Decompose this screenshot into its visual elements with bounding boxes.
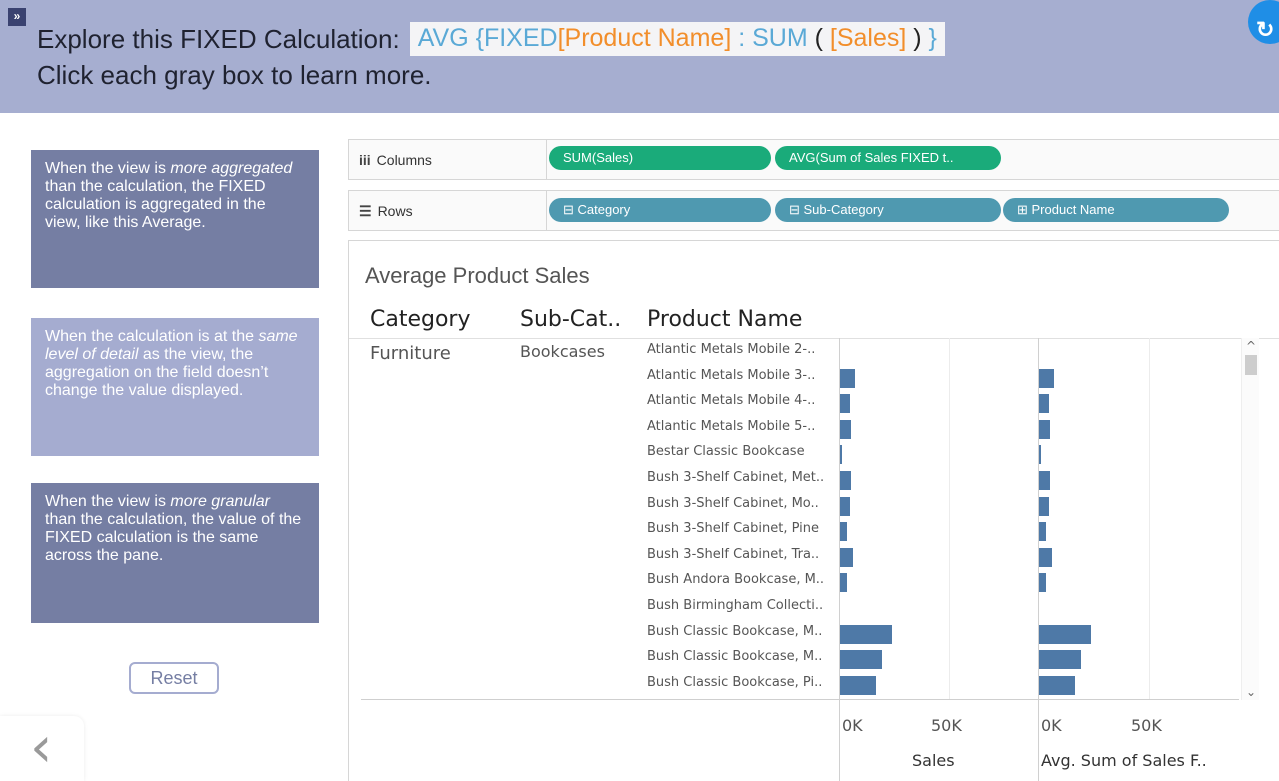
chevron-left-icon: ‹ [30, 715, 53, 780]
tick-label: 0K [842, 716, 863, 735]
rows-label: Rows [377, 203, 413, 219]
avg-fixed-bar[interactable] [1039, 547, 1053, 567]
sales-bar[interactable] [840, 624, 892, 644]
pill-category[interactable]: ⊟ Category [549, 198, 771, 222]
avg-fixed-bar[interactable] [1039, 650, 1081, 670]
scroll-thumb[interactable] [1245, 355, 1257, 375]
columns-shelf[interactable]: iii Columns SUM(Sales) AVG(Sum of Sales F… [348, 139, 1279, 180]
gridline [1149, 338, 1150, 699]
axis-baseline [361, 699, 1239, 700]
info-text: than the calculation, the value of the F… [45, 511, 302, 564]
product-label[interactable]: Bush Classic Bookcase, M.. [647, 649, 837, 664]
formula-box: AVG {FIXED [Product Name] : SUM ( [Sales… [409, 22, 945, 56]
scroll-up-icon[interactable]: ^ [1242, 338, 1260, 354]
title-prefix: Explore this FIXED Calculation: [37, 23, 400, 54]
refresh-icon[interactable]: ↻ [1248, 0, 1279, 44]
avg-fixed-bar[interactable] [1039, 394, 1049, 414]
formula-paren: ( [814, 24, 830, 52]
scrollbar[interactable]: ^ ⌄ [1241, 338, 1259, 700]
columns-shelf-label: iii Columns [349, 140, 547, 179]
info-emphasis: more granular [170, 493, 270, 510]
sales-bar[interactable] [840, 522, 847, 542]
viz-title: Average Product Sales [365, 263, 590, 288]
avg-fixed-bar[interactable] [1039, 496, 1049, 516]
divider [349, 338, 1279, 339]
product-label[interactable]: Bush 3-Shelf Cabinet, Mo.. [647, 496, 837, 511]
rows-shelf-label: ☰ Rows [349, 191, 547, 230]
info-box-more-granular[interactable]: When the view is more granular than the … [31, 483, 319, 623]
header-product-name[interactable]: Product Name [647, 307, 802, 332]
product-label[interactable]: Bush Classic Bookcase, M.. [647, 624, 837, 639]
header-category[interactable]: Category [370, 307, 471, 332]
columns-icon: iii [359, 152, 371, 168]
info-text: When the view is [45, 160, 171, 177]
info-text: than the calculation, the FIXED calculat… [45, 178, 266, 231]
sales-bar[interactable] [840, 471, 851, 490]
pill-avg-fixed[interactable]: AVG(Sum of Sales FIXED t.. [775, 146, 1001, 170]
scroll-down-icon[interactable]: ⌄ [1242, 684, 1260, 700]
axis-title-avg: Avg. Sum of Sales F.. [1041, 751, 1207, 770]
info-emphasis: more aggregated [170, 160, 293, 177]
formula-part: : SUM [731, 24, 815, 52]
sales-bar[interactable] [840, 675, 877, 695]
avg-fixed-bar[interactable] [1039, 675, 1076, 695]
pill-product-name[interactable]: ⊞ Product Name [1003, 198, 1229, 222]
subcategory-value[interactable]: Bookcases [520, 342, 605, 361]
avg-fixed-bar[interactable] [1039, 624, 1091, 644]
sales-bar[interactable] [840, 650, 882, 670]
avg-fixed-bar[interactable] [1039, 522, 1046, 542]
product-label[interactable]: Atlantic Metals Mobile 4-.. [647, 393, 837, 408]
product-label[interactable]: Bestar Classic Bookcase [647, 444, 837, 459]
product-label[interactable]: Atlantic Metals Mobile 3-.. [647, 368, 837, 383]
sales-bar[interactable] [840, 547, 854, 567]
product-label[interactable]: Bush 3-Shelf Cabinet, Pine [647, 521, 837, 536]
avg-fixed-bar[interactable] [1039, 573, 1046, 593]
sales-bar[interactable] [840, 368, 856, 388]
expand-button[interactable]: » [8, 8, 26, 26]
product-label[interactable]: Atlantic Metals Mobile 5-.. [647, 419, 837, 434]
viz-area: Average Product Sales Category Sub-Cat..… [348, 240, 1279, 781]
sales-bar[interactable] [840, 445, 843, 465]
pill-sub-category[interactable]: ⊟ Sub-Category [775, 198, 1001, 222]
tick-label: 50K [1131, 716, 1162, 735]
formula-paren: ) [906, 24, 929, 52]
rows-icon: ☰ [359, 203, 372, 219]
product-label[interactable]: Bush Andora Bookcase, M.. [647, 572, 837, 587]
pill-sum-sales[interactable]: SUM(Sales) [549, 146, 771, 170]
tick-label: 50K [931, 716, 962, 735]
header-banner: » Explore this FIXED Calculation: AVG {F… [0, 0, 1279, 113]
page-subtitle: Click each gray box to learn more. [37, 60, 432, 90]
formula-part: } [928, 24, 937, 52]
sales-bar[interactable] [840, 419, 851, 439]
info-text: When the view is [45, 493, 171, 510]
formula-field-product: [Product Name] [557, 24, 732, 52]
avg-fixed-bar[interactable] [1039, 471, 1050, 490]
prev-button[interactable]: ‹ [0, 716, 84, 781]
formula-part: AVG {FIXED [417, 24, 558, 52]
category-value[interactable]: Furniture [370, 343, 451, 364]
axis-title-sales: Sales [912, 751, 955, 770]
reset-button[interactable]: Reset [129, 662, 219, 694]
product-label[interactable]: Bush Birmingham Collecti.. [647, 598, 837, 613]
rows-shelf[interactable]: ☰ Rows ⊟ Category ⊟ Sub-Category ⊞ Produc… [348, 190, 1279, 231]
product-label[interactable]: Bush Classic Bookcase, Pi.. [647, 675, 837, 690]
header-subcategory[interactable]: Sub-Cat.. [520, 307, 621, 332]
sales-bar[interactable] [840, 573, 847, 593]
formula-field-sales: [Sales] [829, 24, 907, 52]
tick-label: 0K [1041, 716, 1062, 735]
product-label[interactable]: Bush 3-Shelf Cabinet, Tra.. [647, 547, 837, 562]
info-text: When the calculation is at the [45, 328, 259, 345]
sales-bar[interactable] [840, 496, 850, 516]
sales-bar[interactable] [840, 394, 850, 414]
product-label[interactable]: Atlantic Metals Mobile 2-.. [647, 342, 837, 357]
info-box-more-aggregated[interactable]: When the view is more aggregated than th… [31, 150, 319, 288]
columns-label: Columns [376, 152, 432, 168]
avg-fixed-bar[interactable] [1039, 419, 1050, 439]
avg-fixed-bar[interactable] [1039, 445, 1042, 465]
info-box-same-level[interactable]: When the calculation is at the same leve… [31, 318, 319, 456]
product-label[interactable]: Bush 3-Shelf Cabinet, Met.. [647, 470, 837, 485]
page-title: Explore this FIXED Calculation: AVG {FIX… [37, 22, 945, 56]
gridline [949, 338, 950, 699]
avg-fixed-bar[interactable] [1039, 368, 1055, 388]
